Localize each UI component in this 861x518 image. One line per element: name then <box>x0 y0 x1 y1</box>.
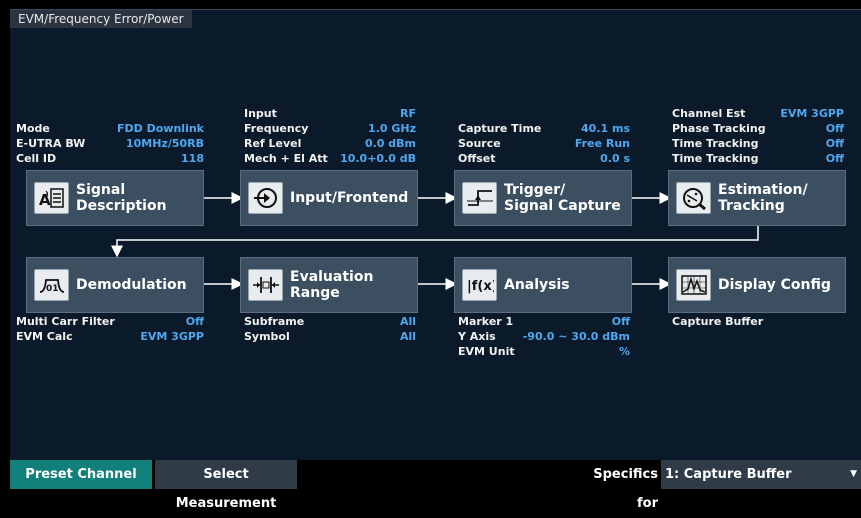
trigger-icon <box>462 182 497 214</box>
specifics-for-label: Specifics for <box>593 467 658 511</box>
chevron-down-icon: ▼ <box>850 469 857 479</box>
analysis-icon: |f(x)| <box>462 269 497 301</box>
select-measurement-button[interactable]: Select Measurement <box>155 460 297 511</box>
demodulation-block[interactable]: 01 Demodulation <box>26 257 204 313</box>
input-frontend-icon <box>248 182 283 214</box>
estimation-tracking-block[interactable]: Estimation/ Tracking <box>668 170 846 226</box>
evaluation-range-block[interactable]: Evaluation Range <box>240 257 418 313</box>
flow-arrows <box>111 192 759 290</box>
block-label: Demodulation <box>76 277 187 293</box>
block-label: Signal Description <box>76 182 167 214</box>
display-config-block[interactable]: Display Config <box>668 257 846 313</box>
softkey-bar: Preset Channel Select Measurement Specif… <box>0 460 861 511</box>
trigger-signal-capture-block[interactable]: Trigger/ Signal Capture <box>454 170 632 226</box>
svg-text:01: 01 <box>46 284 59 294</box>
block-label: Analysis <box>504 277 570 293</box>
specifics-for-dropdown[interactable]: 1: Capture Buffer ▼ <box>661 460 861 489</box>
block-label: Evaluation Range <box>290 269 374 301</box>
preset-channel-button[interactable]: Preset Channel <box>10 460 152 489</box>
evaluation-range-icon <box>248 269 283 301</box>
svg-text:A: A <box>39 191 51 209</box>
signal-description-icon: A <box>34 182 69 214</box>
input-frontend-block[interactable]: Input/Frontend <box>240 170 418 226</box>
demodulation-icon: 01 <box>34 269 69 301</box>
svg-text:|f(x)|: |f(x)| <box>467 279 494 294</box>
block-label: Trigger/ Signal Capture <box>504 182 621 214</box>
specifics-for-value: 1: Capture Buffer <box>665 467 792 482</box>
block-label: Display Config <box>718 277 831 293</box>
block-label: Input/Frontend <box>290 190 409 206</box>
signal-description-block[interactable]: A Signal Description <box>26 170 204 226</box>
analysis-block[interactable]: |f(x)| Analysis <box>454 257 632 313</box>
block-label: Estimation/ Tracking <box>718 182 808 214</box>
estimation-icon <box>676 182 711 214</box>
display-config-icon <box>676 269 711 301</box>
